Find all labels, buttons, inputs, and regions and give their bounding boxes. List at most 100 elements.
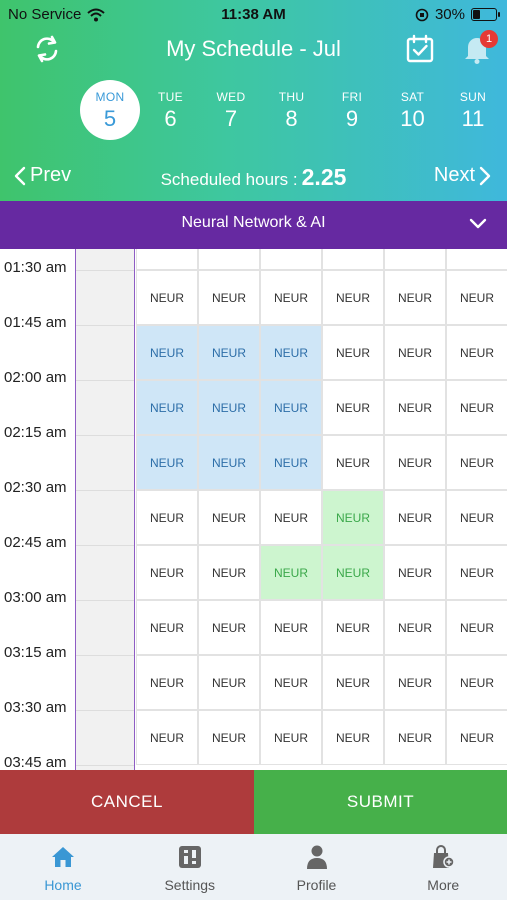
day-mon[interactable]: MON 5 <box>80 80 140 140</box>
slot-cell[interactable]: NEUR <box>322 600 384 655</box>
slot-cell[interactable]: NEUR <box>446 490 507 545</box>
slot-cell[interactable]: NEUR <box>136 710 198 765</box>
slot-cell[interactable]: NEUR <box>136 600 198 655</box>
row-divider <box>76 490 134 491</box>
slot-cell[interactable]: NEUR <box>136 545 198 600</box>
slot-cell[interactable] <box>260 249 322 270</box>
slot-cell[interactable]: NEUR <box>384 435 446 490</box>
time-label: 02:45 am <box>4 534 67 551</box>
slot-cell[interactable]: NEUR <box>322 490 384 545</box>
slot-cell[interactable]: NEUR <box>384 600 446 655</box>
slot-cell[interactable]: NEUR <box>446 270 507 325</box>
row-divider <box>76 710 134 711</box>
time-label: 02:30 am <box>4 479 67 496</box>
scheduled-hours-value: 2.25 <box>301 164 347 190</box>
slot-cell[interactable]: NEUR <box>198 490 260 545</box>
slot-cell[interactable] <box>446 249 507 270</box>
slot-cell[interactable]: NEUR <box>198 655 260 710</box>
profile-icon <box>304 844 330 870</box>
slot-cell[interactable] <box>322 249 384 270</box>
slot-cell[interactable]: NEUR <box>260 270 322 325</box>
calendar-check-icon[interactable] <box>405 34 435 64</box>
slot-cell[interactable]: NEUR <box>260 545 322 600</box>
row-divider <box>76 600 134 601</box>
cancel-button[interactable]: CANCEL <box>0 770 254 834</box>
slot-cell[interactable]: NEUR <box>322 710 384 765</box>
slot-cell[interactable]: NEUR <box>446 545 507 600</box>
slot-cell[interactable]: NEUR <box>136 325 198 380</box>
slot-cell[interactable]: NEUR <box>198 380 260 435</box>
slot-cell[interactable]: NEUR <box>384 545 446 600</box>
tab-home[interactable]: Home <box>0 834 126 900</box>
time-label: 03:30 am <box>4 699 67 716</box>
slot-cell[interactable]: NEUR <box>260 380 322 435</box>
slot-cell[interactable]: NEUR <box>260 710 322 765</box>
slot-cell[interactable]: NEUR <box>446 380 507 435</box>
day-sat[interactable]: SAT 10 <box>383 80 443 140</box>
slot-cell[interactable]: NEUR <box>384 270 446 325</box>
slot-cell[interactable]: NEUR <box>384 710 446 765</box>
slot-cell[interactable]: NEUR <box>384 655 446 710</box>
slot-cell[interactable]: NEUR <box>136 380 198 435</box>
slot-cell[interactable]: NEUR <box>260 325 322 380</box>
time-label: 02:00 am <box>4 369 67 386</box>
tab-settings[interactable]: Settings <box>127 834 253 900</box>
slot-cell[interactable]: NEUR <box>260 490 322 545</box>
scheduled-hours: Scheduled hours :2.25 <box>0 164 507 191</box>
day-wed[interactable]: WED 7 <box>201 80 261 140</box>
tab-bar: Home Settings Profile More <box>0 834 507 900</box>
slot-cell[interactable]: NEUR <box>322 545 384 600</box>
slot-cell[interactable]: NEUR <box>384 490 446 545</box>
slot-cell[interactable] <box>384 249 446 270</box>
slot-cell[interactable]: NEUR <box>136 270 198 325</box>
time-label: 03:15 am <box>4 644 67 661</box>
day-date: 7 <box>224 106 238 131</box>
chevron-down-icon <box>469 218 487 229</box>
slot-cell[interactable]: NEUR <box>322 270 384 325</box>
slot-cell[interactable]: NEUR <box>198 270 260 325</box>
slot-cell[interactable]: NEUR <box>198 325 260 380</box>
slot-cell[interactable]: NEUR <box>198 710 260 765</box>
tab-more[interactable]: More <box>380 834 506 900</box>
slot-cell[interactable]: NEUR <box>384 325 446 380</box>
slot-cell[interactable] <box>136 249 198 270</box>
slot-cell[interactable]: NEUR <box>446 435 507 490</box>
slot-cell[interactable]: NEUR <box>322 380 384 435</box>
day-fri[interactable]: FRI 9 <box>322 80 382 140</box>
orientation-lock-icon <box>415 8 429 21</box>
slot-cell[interactable]: NEUR <box>136 655 198 710</box>
day-thu[interactable]: THU 8 <box>262 80 322 140</box>
day-name: THU <box>278 90 305 104</box>
time-label: 01:45 am <box>4 314 67 331</box>
slot-cell[interactable]: NEUR <box>446 710 507 765</box>
slot-cell[interactable]: NEUR <box>198 600 260 655</box>
slot-cell[interactable]: NEUR <box>446 325 507 380</box>
slot-cell[interactable]: NEUR <box>260 655 322 710</box>
settings-icon <box>177 844 203 870</box>
slot-cell[interactable]: NEUR <box>260 435 322 490</box>
day-sun[interactable]: SUN 11 <box>443 80 503 140</box>
slot-cell[interactable]: NEUR <box>322 435 384 490</box>
slot-cell[interactable] <box>198 249 260 270</box>
slot-cell[interactable]: NEUR <box>322 325 384 380</box>
tab-label: More <box>427 877 460 893</box>
slot-cell[interactable]: NEUR <box>446 600 507 655</box>
slot-cell[interactable]: NEUR <box>198 435 260 490</box>
time-label: 03:45 am <box>4 754 67 770</box>
day-tue[interactable]: TUE 6 <box>141 80 201 140</box>
slot-cell[interactable]: NEUR <box>136 490 198 545</box>
slot-cell[interactable]: NEUR <box>384 380 446 435</box>
course-selector[interactable]: Neural Network & AI <box>0 201 507 249</box>
slot-cell[interactable]: NEUR <box>322 655 384 710</box>
day-date: 5 <box>103 106 117 131</box>
header: No Service 11:38 AM 30% My Schedule - Ju… <box>0 0 507 201</box>
slot-cell[interactable]: NEUR <box>260 600 322 655</box>
submit-button[interactable]: SUBMIT <box>254 770 507 834</box>
tab-profile[interactable]: Profile <box>254 834 380 900</box>
slot-cell[interactable]: NEUR <box>136 435 198 490</box>
battery-icon <box>471 8 500 21</box>
schedule-grid: 01:30 am 01:45 am 02:00 am 02:15 am 02:30 am… <box>0 249 507 770</box>
slot-cell[interactable]: NEUR <box>446 655 507 710</box>
slot-cell[interactable]: NEUR <box>198 545 260 600</box>
next-button[interactable]: Next <box>434 164 491 187</box>
